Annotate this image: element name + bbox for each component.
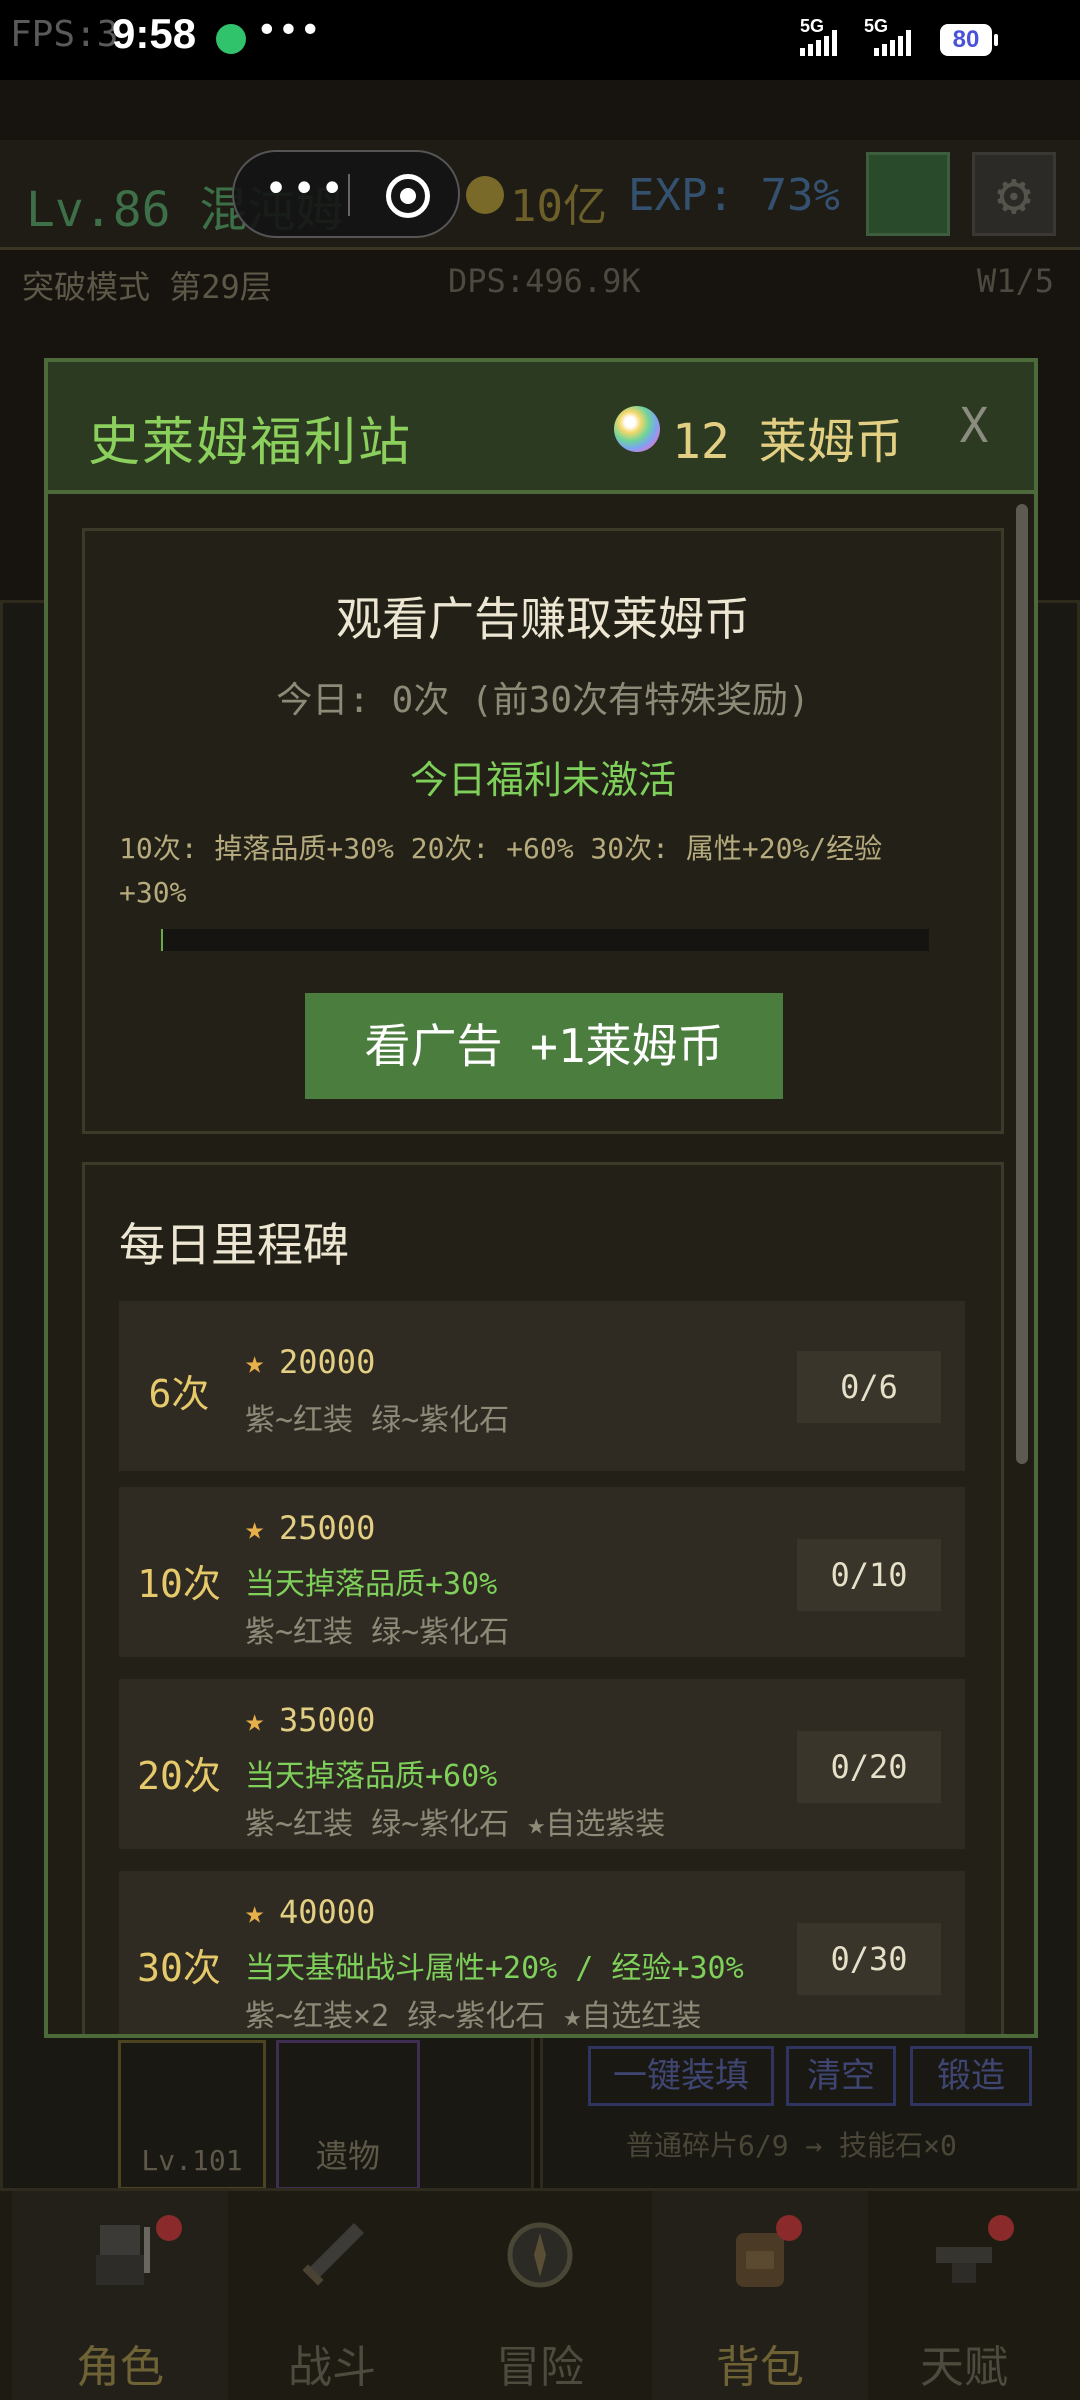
knight-icon [96, 2225, 150, 2285]
level-slot[interactable]: Lv.101 [118, 2040, 266, 2190]
scrollbar-thumb[interactable] [1016, 504, 1028, 1464]
modal-title: 史莱姆福利站 [88, 413, 413, 473]
milestone-row: 30次 ★ 40000 当天基础战斗属性+20% / 经验+30% 紫~红装×2… [119, 1871, 965, 2034]
milestone-rewards: 紫~红装 绿~紫化石 ★自选紫装 [245, 1807, 666, 1842]
ad-reward-tiers: 10次: 掉落品质+30% 20次: +60% 30次: 属性+20%/经验+3… [119, 832, 883, 909]
mini-program-capsule: ••• [232, 150, 460, 238]
relic-slot[interactable]: 遗物 [276, 2040, 420, 2190]
milestone-amount: 40000 [279, 1893, 376, 1931]
status-bar: FPS:3 9:58 ••• 5G 5G 80 [0, 0, 1080, 80]
milestone-amount: 25000 [279, 1509, 376, 1547]
slime-coin-balance: 12 莱姆币 [672, 402, 903, 472]
battery-icon: 80 [940, 24, 998, 56]
milestone-row: 20次 ★ 35000 当天掉落品质+60% 紫~红装 绿~紫化石 ★自选紫装 … [119, 1679, 965, 1849]
orb-button[interactable] [866, 152, 950, 236]
fps-counter: FPS:3 [10, 14, 119, 55]
status-time: 9:58 [112, 10, 197, 57]
notification-badge [776, 2215, 802, 2241]
nav-label: 角色 [76, 2342, 164, 2393]
nav-character[interactable]: 角色 [12, 2191, 228, 2400]
gold-amount: 10亿 [510, 181, 607, 232]
milestone-row: 10次 ★ 25000 当天掉落品质+30% 紫~红装 绿~紫化石 0/10 [119, 1487, 965, 1657]
nav-talent[interactable]: 天赋 [856, 2191, 1072, 2400]
ad-progress-fill [161, 929, 163, 951]
close-button[interactable]: X [946, 398, 1002, 454]
milestone-amount: 35000 [279, 1701, 376, 1739]
nav-adventure[interactable]: 冒险 [432, 2191, 648, 2400]
notification-badge [988, 2215, 1014, 2241]
settings-gear-icon[interactable]: ⚙ [972, 152, 1056, 236]
clear-button[interactable]: 清空 [786, 2046, 896, 2106]
milestone-progress: 0/6 [797, 1351, 941, 1423]
bottom-navigation: 角色 战斗 冒险 背包 天赋 [0, 2188, 1080, 2400]
milestone-bonus: 当天掉落品质+60% [245, 1759, 498, 1794]
auto-load-button[interactable]: 一键装填 [588, 2046, 774, 2106]
capsule-close-button[interactable] [386, 174, 430, 218]
level-slot-label: Lv.101 [141, 2144, 243, 2177]
slime-coin-count: 12 [672, 414, 730, 470]
wave-label: W1/5 [976, 262, 1054, 300]
wechat-icon [216, 24, 246, 54]
sword-icon [302, 2223, 364, 2286]
slime-welfare-modal: 史莱姆福利站 12 莱姆币 X 观看广告赚取莱姆币 今日: 0次 (前30次有特… [44, 358, 1038, 2038]
nav-label: 背包 [716, 2342, 804, 2393]
ad-welfare-status: 今日福利未激活 [409, 758, 676, 802]
watch-ad-card: 观看广告赚取莱姆币 今日: 0次 (前30次有特殊奖励) 今日福利未激活 10次… [82, 528, 1004, 1134]
milestone-count: 30次 [137, 1946, 221, 1990]
milestone-count: 20次 [137, 1754, 221, 1798]
milestone-amount: 20000 [279, 1343, 376, 1381]
gold-coin-icon [466, 176, 504, 214]
milestone-rewards: 紫~红装 绿~紫化石 [245, 1615, 510, 1650]
star-icon: ★ [245, 1701, 265, 1739]
milestone-rewards: 紫~红装×2 绿~紫化石 ★自选红装 [245, 1999, 702, 2034]
milestone-count: 10次 [137, 1562, 221, 1606]
star-icon: ★ [245, 1893, 265, 1931]
star-icon: ★ [245, 1509, 265, 1547]
signal-icon-1 [800, 30, 837, 56]
capsule-menu-button[interactable]: ••• [264, 166, 348, 212]
more-notifications-icon: ••• [256, 10, 322, 51]
top-hud: Lv.86 混沌姆 10亿 EXP: 73% ⚙ [0, 140, 1080, 250]
milestone-progress: 0/30 [797, 1923, 941, 1995]
daily-milestones-card: 每日里程碑 6次 ★ 20000 紫~红装 绿~紫化石 0/6 10次 ★ 25… [82, 1162, 1004, 2034]
milestone-progress: 0/10 [797, 1539, 941, 1611]
milestone-count: 6次 [148, 1372, 210, 1416]
signal-icon-2 [874, 30, 911, 56]
slime-coin-icon [614, 406, 660, 452]
nav-label: 战斗 [288, 2342, 376, 2393]
capsule-divider [348, 174, 350, 216]
milestone-row: 6次 ★ 20000 紫~红装 绿~紫化石 0/6 [119, 1301, 965, 1471]
nav-label: 冒险 [496, 2342, 584, 2393]
star-icon: ★ [245, 1343, 265, 1381]
compass-icon [507, 2222, 573, 2288]
ad-today-count: 今日: 0次 (前30次有特殊奖励) [276, 680, 810, 721]
modal-header: 史莱姆福利站 12 莱姆币 X [48, 362, 1034, 494]
notification-badge [156, 2215, 182, 2241]
slime-coin-label: 莱姆币 [758, 414, 903, 470]
nav-label: 天赋 [920, 2342, 1008, 2393]
relic-slot-label: 遗物 [315, 2137, 380, 2175]
milestone-progress: 0/20 [797, 1731, 941, 1803]
nav-battle[interactable]: 战斗 [224, 2191, 440, 2400]
milestone-rewards: 紫~红装 绿~紫化石 [245, 1403, 510, 1438]
milestones-title: 每日里程碑 [119, 1218, 349, 1272]
milestone-bonus: 当天基础战斗属性+20% / 经验+30% [245, 1951, 744, 1986]
ad-card-title: 观看广告赚取莱姆币 [336, 592, 750, 646]
shard-conversion-text: 普通碎片6/9 → 技能石×0 [626, 2129, 957, 2162]
stage-label: 突破模式 第29层 [22, 268, 272, 306]
watch-ad-button[interactable]: 看广告 +1莱姆币 [305, 993, 783, 1099]
ad-progress-bar [161, 929, 929, 951]
exp-percentage: EXP: 73% [628, 170, 840, 221]
forge-button[interactable]: 锻造 [910, 2046, 1032, 2106]
nav-backpack[interactable]: 背包 [652, 2191, 868, 2400]
dps-label: DPS:496.9K [448, 262, 641, 300]
milestone-bonus: 当天掉落品质+30% [245, 1567, 498, 1602]
